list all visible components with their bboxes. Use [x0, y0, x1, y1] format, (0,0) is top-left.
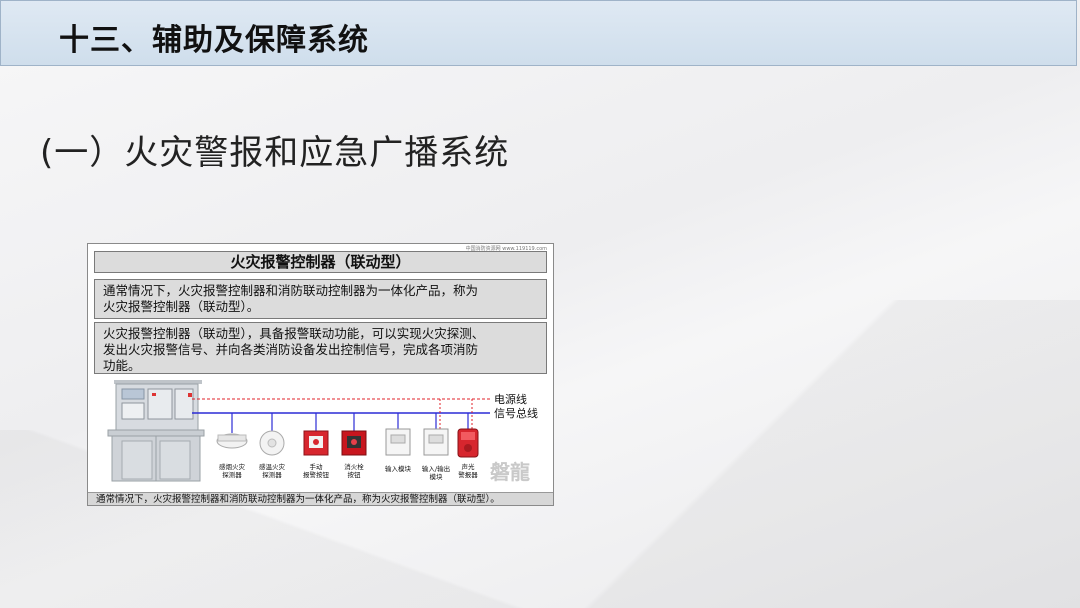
- figure-caption: 通常情况下，火灾报警控制器和消防联动控制器为一体化产品，称为火灾报警控制器（联动…: [88, 492, 553, 505]
- power-line-label: 电源线: [494, 392, 527, 406]
- description-box-1: 通常情况下，火灾报警控制器和消防联动控制器为一体化产品，称为 火灾报警控制器（联…: [94, 279, 547, 319]
- controller-cabinet-icon: [107, 380, 205, 482]
- device-label-line1: 消火栓: [344, 462, 364, 471]
- device-label-line1: 感温火灾: [259, 462, 286, 471]
- system-diagram: 电源线 信号总线 感烟火灾 探测器 感温火灾 探测器 手动 报警按钮 消火栓 按…: [107, 380, 538, 484]
- page-title: 十三、辅助及保障系统: [59, 23, 369, 58]
- manual-alarm-button-icon: [303, 430, 329, 456]
- device-label-line2: 按钮: [348, 470, 362, 479]
- device-label-line2: 警报器: [458, 470, 478, 479]
- device-label-line1: 输入模块: [385, 464, 412, 473]
- description-box-2: 火灾报警控制器（联动型），具备报警联动功能，可以实现火灾探测、 发出火灾报警信号…: [94, 322, 547, 374]
- background-facet: [560, 300, 1080, 608]
- io-module-icon: [423, 428, 449, 456]
- power-drops: [439, 399, 473, 429]
- device-label-line2: 探测器: [262, 470, 282, 479]
- watermark: 磐龍: [490, 460, 530, 484]
- signal-bus-label: 信号总线: [494, 406, 538, 420]
- input-module-icon: [385, 428, 411, 456]
- device-label-line2: 报警按钮: [303, 470, 330, 479]
- sound-light-alarm-icon: [457, 428, 479, 458]
- device-label-line1: 手动: [310, 462, 324, 471]
- device-label-line1: 声光: [462, 462, 476, 471]
- desc1-line1: 通常情况下，火灾报警控制器和消防联动控制器为一体化产品，称为: [103, 283, 479, 298]
- heat-detector-icon: [259, 430, 285, 456]
- device-label-line1: 感烟火灾: [219, 462, 246, 471]
- smoke-detector-icon: [216, 433, 248, 449]
- desc2-line1: 火灾报警控制器（联动型），具备报警联动功能，可以实现火灾探测、: [103, 326, 485, 341]
- figure-title: 火灾报警控制器（联动型）: [94, 251, 547, 273]
- header-bar: 十三、辅助及保障系统: [0, 0, 1077, 66]
- device-label-line1: 输入/输出: [422, 464, 450, 473]
- desc2-line3: 功能。: [103, 358, 141, 373]
- section-subtitle: (一）火灾警报和应急广播系统: [40, 133, 510, 173]
- desc2-line2: 发出火灾报警信号、并向各类消防设备发出控制信号，完成各项消防: [103, 342, 479, 357]
- device-label-line2: 探测器: [222, 470, 242, 479]
- hydrant-button-icon: [341, 430, 367, 456]
- device-label-line2: 模块: [430, 472, 444, 481]
- desc1-line2: 火灾报警控制器（联动型）。: [103, 299, 260, 314]
- fire-alarm-figure: 中国消防资源网 www.119119.com 火灾报警控制器（联动型） 通常情况…: [87, 243, 554, 506]
